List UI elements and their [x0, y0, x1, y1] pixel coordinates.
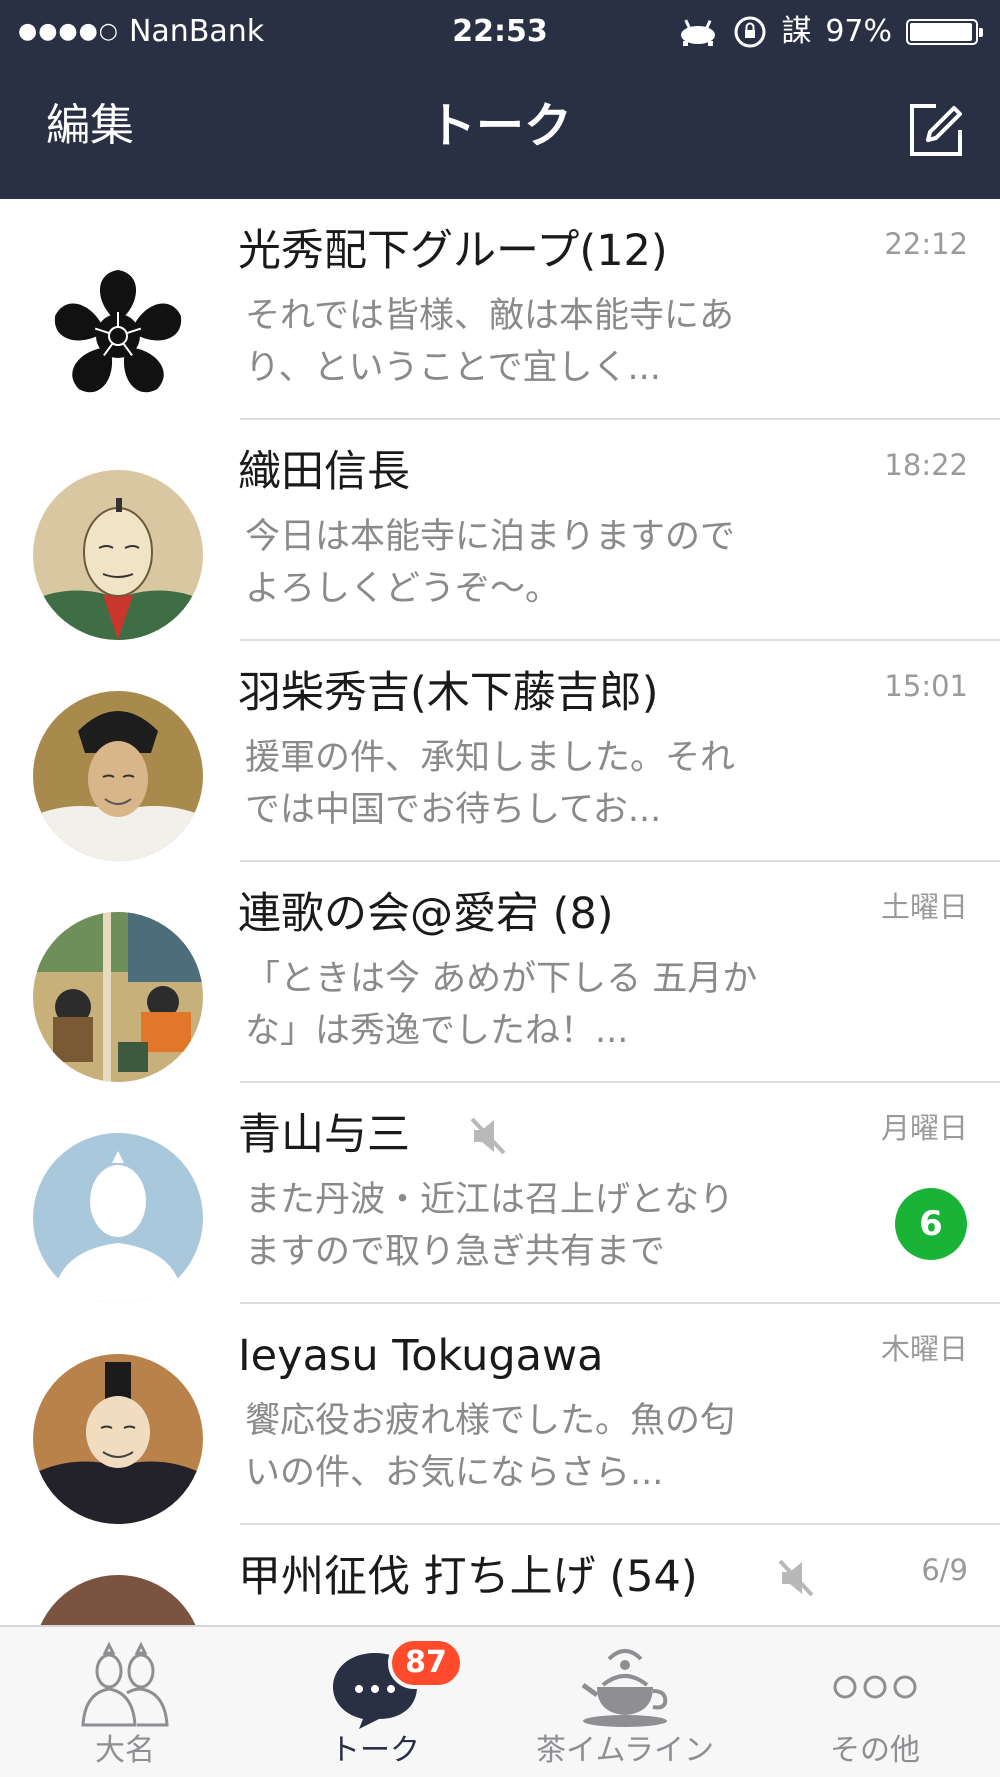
chat-row-hideyoshi[interactable]: 羽柴秀吉(木下藤吉郎) 援軍の件、承知しました。それでは中国でお待ちしてお...… — [0, 641, 1000, 862]
talk-unread-badge: 87 — [388, 1637, 464, 1689]
friends-icon — [81, 1641, 169, 1727]
brown-character-avatar — [33, 1575, 203, 1625]
ieyasu-portrait-avatar — [33, 1354, 203, 1524]
tab-timeline[interactable]: 茶イムライン — [500, 1627, 750, 1777]
unread-badge: 6 — [895, 1188, 967, 1260]
chat-row-nobunaga[interactable]: 織田信長 今日は本能寺に泊まりますのでよろしくどうぞ〜。 18:22 — [0, 420, 1000, 641]
chat-name: 光秀配下グループ(12) — [238, 226, 668, 276]
chat-time: 22:12 — [884, 227, 968, 261]
battery-icon — [906, 19, 983, 45]
tab-talk[interactable]: 87 トーク — [250, 1627, 500, 1777]
chat-row-ieyasu[interactable]: Ieyasu Tokugawa 饗応役お疲れ様でした。魚の匂いの件、お気にならさ… — [0, 1304, 1000, 1525]
chat-time: 15:01 — [884, 669, 968, 703]
chat-time: 月曜日 — [880, 1111, 968, 1145]
chat-row-aoyama[interactable]: 青山与三 また丹波・近江は召上げとなりますので取り急ぎ共有まで 月曜日 6 — [0, 1083, 1000, 1304]
chat-preview: 援軍の件、承知しました。それでは中国でお待ちしてお... — [245, 738, 736, 830]
status-right-group: 謀 97% — [677, 14, 983, 50]
status-glyph: 謀 — [781, 14, 812, 49]
chat-row-renga[interactable]: 連歌の会@愛宕 (8) 「ときは今 あめが下しる 五月かな」は秀逸でしたね！..… — [0, 862, 1000, 1083]
chat-row-koshu[interactable]: 甲州征伐 打ち上げ (54) 6/9 — [0, 1525, 1000, 1625]
chat-name: 甲州征伐 打ち上げ (54) — [238, 1552, 698, 1602]
battery-percent: 97% — [825, 14, 892, 49]
carrier-name: NanBank — [128, 14, 265, 49]
chat-time: 18:22 — [884, 448, 968, 482]
tab-label: その他 — [830, 1733, 920, 1768]
chat-time: 6/9 — [921, 1553, 968, 1587]
chat-name: 青山与三 — [238, 1110, 410, 1160]
compose-icon[interactable] — [906, 100, 966, 160]
chat-name: 連歌の会@愛宕 (8) — [238, 889, 614, 939]
chat-list[interactable]: 光秀配下グループ(12) それでは皆様、敵は本能寺にあり、ということで宜しく..… — [0, 199, 1000, 1625]
page-title: トーク — [427, 98, 572, 154]
chat-preview: 饗応役お疲れ様でした。魚の匂いの件、お気にならさら... — [245, 1401, 736, 1493]
status-carrier-group: ●●●●○ NanBank — [18, 14, 264, 50]
chat-preview: それでは皆様、敵は本能寺にあり、ということで宜しく... — [245, 296, 734, 388]
top-bar: 22:53 ●●●●○ NanBank 謀 97% 編集 トーク — [0, 0, 1000, 199]
signal-strength-icon: ●●●●○ — [18, 19, 119, 44]
renga-painting-avatar — [33, 912, 203, 1082]
chat-preview: また丹波・近江は召上げとなりますので取り急ぎ共有まで — [245, 1180, 734, 1272]
tab-label: 大名 — [95, 1733, 155, 1768]
tab-more[interactable]: その他 — [750, 1627, 1000, 1777]
hideyoshi-portrait-avatar — [33, 691, 203, 861]
tab-daimyo[interactable]: 大名 — [0, 1627, 250, 1777]
chat-row-mitsuhide-group[interactable]: 光秀配下グループ(12) それでは皆様、敵は本能寺にあり、ということで宜しく..… — [0, 199, 1000, 420]
chat-name: 織田信長 — [238, 447, 410, 497]
tab-label: 茶イムライン — [536, 1733, 714, 1768]
nobunaga-portrait-avatar — [33, 470, 203, 640]
tab-label: トーク — [330, 1733, 420, 1768]
chat-name: 羽柴秀吉(木下藤吉郎) — [238, 668, 659, 718]
teapot-icon — [581, 1649, 668, 1727]
muted-icon — [778, 1559, 814, 1597]
chat-name: Ieyasu Tokugawa — [238, 1331, 604, 1381]
alien-icon — [681, 19, 716, 46]
muted-icon — [470, 1117, 506, 1155]
tab-bar: 大名 87 トーク 茶イムライン その他 — [0, 1625, 1000, 1777]
chat-preview: 今日は本能寺に泊まりますのでよろしくどうぞ〜。 — [245, 517, 736, 609]
chat-time: 土曜日 — [880, 890, 968, 924]
kikyo-crest-avatar — [33, 249, 203, 419]
default-avatar — [33, 1133, 203, 1303]
battery-level — [910, 23, 972, 41]
chat-time: 木曜日 — [880, 1332, 968, 1366]
chat-preview: 「ときは今 あめが下しる 五月かな」は秀逸でしたね！... — [245, 959, 758, 1051]
more-icon — [833, 1675, 917, 1699]
rotation-lock-icon — [734, 16, 766, 48]
